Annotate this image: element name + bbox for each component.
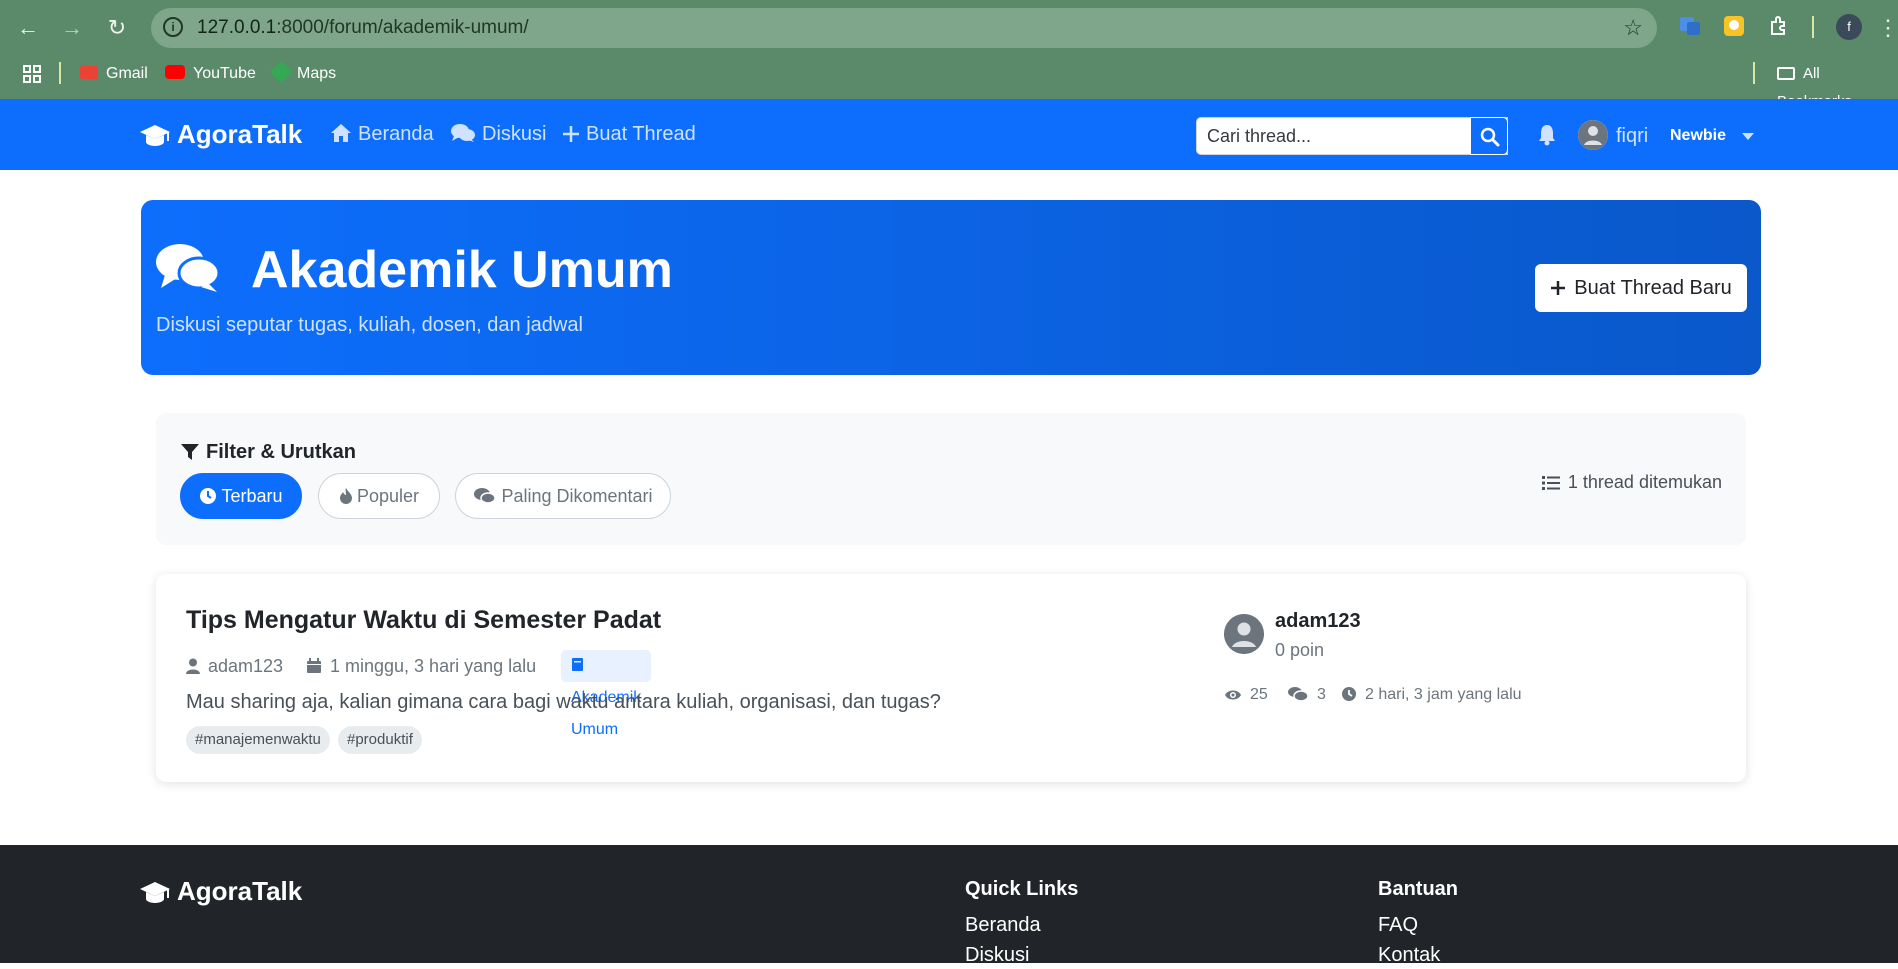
nav-beranda[interactable]: Beranda [330,99,434,170]
new-thread-button[interactable]: Buat Thread Baru [1535,264,1747,312]
bookmark-youtube[interactable]: YouTube [165,60,256,88]
filter-heading: Filter & Urutkan [180,439,356,465]
clock-icon [1342,687,1356,701]
last-activity: 2 hari, 3 jam yang lalu [1341,684,1522,706]
chevron-down-icon [1742,133,1754,140]
category-badge[interactable]: Akademik Umum [561,650,652,738]
footer-quick-links-heading: Quick Links [965,878,1079,900]
browser-menu-icon[interactable]: ⋮ [1874,14,1898,42]
forward-button[interactable]: → [58,14,86,42]
bookmark-star-icon[interactable]: ☆ [1623,8,1643,48]
filter-panel: Filter & Urutkan Terbaru Populer Paling … [156,413,1746,545]
bookmark-gmail[interactable]: Gmail [80,60,148,88]
username-label: fiqri [1616,125,1649,147]
eye-icon [1225,690,1241,700]
search-input[interactable] [1197,118,1507,154]
page-subtitle: Diskusi seputar tugas, kuliah, dosen, da… [156,314,583,336]
page-title: Akademik Umum [251,241,673,299]
author-name[interactable]: adam123 [1275,608,1361,634]
thread-excerpt: Mau sharing aja, kalian gimana cara bagi… [186,691,941,713]
user-avatar [1578,120,1608,150]
tag-chip[interactable]: #manajemenwaktu [186,726,330,754]
graduation-cap-icon [140,125,170,146]
thread-author[interactable]: adam123 [186,650,283,682]
rank-badge: Newbie [1670,127,1727,144]
bookmarks-divider-right [1753,62,1755,84]
forum-hero: Akademik Umum Diskusi seputar tugas, kul… [141,200,1761,375]
calendar-icon [307,658,321,673]
nav-buat-thread[interactable]: Buat Thread [562,99,696,170]
all-bookmarks[interactable]: All Bookmarks [1777,60,1898,110]
footer-help-heading: Bantuan [1378,878,1458,900]
thread-date: 1 minggu, 3 hari yang lalu [306,650,536,682]
filter-paling-dikomentari[interactable]: Paling Dikomentari [455,473,671,519]
tag-chip[interactable]: #produktif [338,726,422,754]
browser-toolbar: ← → ↻ i 127.0.0.1:8000/forum/akademik-um… [0,0,1898,55]
user-icon [186,658,200,674]
fire-icon [339,488,352,504]
thread-title[interactable]: Tips Mengatur Waktu di Semester Padat [186,604,661,636]
translate-extension-icon[interactable] [1679,15,1701,37]
comments-icon [451,124,475,142]
bookmark-maps[interactable]: Maps [269,60,336,88]
footer-link-diskusi[interactable]: Diskusi [965,941,1029,969]
footer-link-faq[interactable]: FAQ [1378,911,1418,939]
plus-icon [1551,281,1566,295]
comments-icon [156,244,221,292]
reload-button[interactable]: ↻ [103,14,131,42]
thread-count: 1 thread ditemukan [1541,469,1722,495]
keep-extension-icon[interactable] [1723,15,1745,37]
search-field[interactable] [1196,117,1508,155]
user-circle-icon [1578,120,1608,150]
search-button[interactable] [1470,117,1508,155]
filter-terbaru[interactable]: Terbaru [180,473,302,519]
thread-card[interactable]: Tips Mengatur Waktu di Semester Padat ad… [156,574,1746,782]
profile-avatar[interactable]: f [1836,14,1862,40]
address-bar[interactable]: i 127.0.0.1:8000/forum/akademik-umum/ ☆ [151,8,1657,48]
site-info-icon[interactable]: i [163,17,183,37]
brand-logo[interactable]: AgoraTalk [139,99,302,170]
replies-count: 3 [1287,684,1326,706]
footer-link-kontak[interactable]: Kontak [1378,941,1440,969]
comments-icon [1288,687,1309,702]
url-text: 127.0.0.1:8000/forum/akademik-umum/ [197,17,529,38]
home-icon [331,124,351,142]
views-count: 25 [1224,684,1268,706]
extensions-puzzle-icon[interactable] [1768,15,1790,37]
gmail-icon [80,66,98,79]
bell-icon[interactable] [1537,124,1557,146]
nav-diskusi[interactable]: Diskusi [450,99,546,170]
bookmarks-divider [59,62,61,84]
user-circle-icon [1224,614,1264,654]
back-button[interactable]: ← [14,14,42,42]
list-icon [1541,476,1560,490]
author-points: 0 poin [1275,640,1325,660]
author-avatar [1224,614,1264,654]
maps-icon [269,60,293,84]
filter-icon [181,444,199,460]
toolbar-divider [1812,16,1814,38]
clock-icon [200,488,217,504]
footer-link-beranda[interactable]: Beranda [965,911,1041,939]
folder-icon [1777,67,1795,80]
site-footer: AgoraTalk Quick Links Beranda Diskusi Ba… [0,845,1898,966]
site-navbar: AgoraTalk Beranda Diskusi Buat Thread [0,99,1898,170]
filter-populer[interactable]: Populer [318,473,440,519]
comments-icon [474,488,497,504]
plus-icon [563,126,579,142]
apps-grid-icon[interactable] [22,64,42,84]
youtube-icon [165,65,185,79]
search-icon [1480,127,1500,147]
footer-brand[interactable]: AgoraTalk [139,875,302,907]
book-icon [572,658,583,671]
graduation-cap-icon [140,882,170,903]
